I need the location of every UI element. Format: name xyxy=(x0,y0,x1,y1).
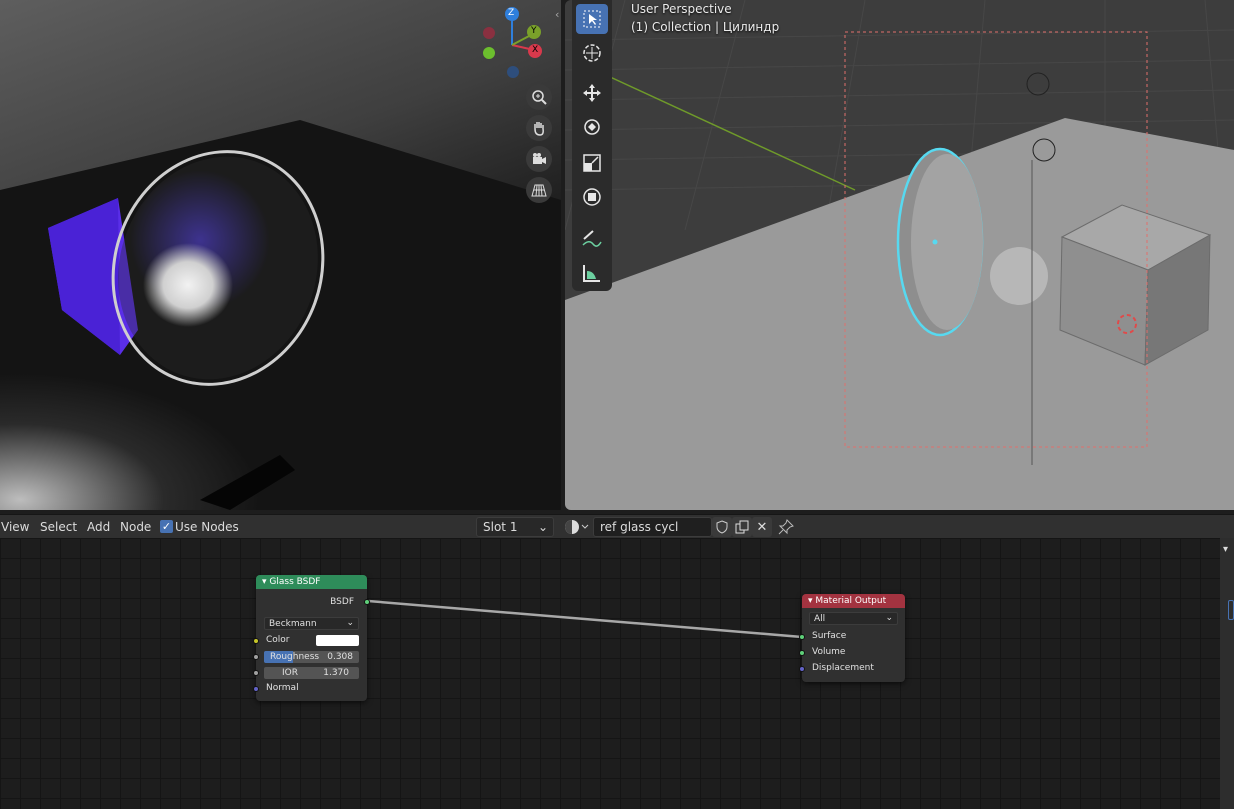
select-box-icon xyxy=(583,10,601,28)
surface-label: Surface xyxy=(812,631,847,641)
measure-icon xyxy=(583,265,600,282)
chevron-down-icon: ⌄ xyxy=(537,520,548,534)
roughness-value: 0.308 xyxy=(327,652,353,662)
annotate-icon xyxy=(582,230,602,247)
surface-input-socket[interactable] xyxy=(799,634,805,640)
camera-icon xyxy=(533,153,546,164)
fake-user-button[interactable] xyxy=(712,517,732,537)
scene-solid-view xyxy=(565,0,1234,510)
grid-icon xyxy=(531,184,547,197)
roughness-label: Roughness xyxy=(270,652,320,662)
pin-icon xyxy=(778,519,794,535)
ior-value: 1.370 xyxy=(323,668,349,678)
gizmo-y-label: Y xyxy=(531,26,537,36)
render-image xyxy=(0,120,561,510)
glass-bsdf-title: Glass BSDF xyxy=(269,577,321,587)
material-output-node[interactable]: ▾ Material Output All ⌄ Surface Volume D… xyxy=(799,594,905,682)
distribution-dropdown[interactable]: Beckmann ⌄ xyxy=(264,617,359,630)
sidebar-toggle-icon[interactable]: ▾ xyxy=(1223,544,1228,555)
zoom-icon xyxy=(532,90,547,105)
menu-view[interactable]: View xyxy=(1,520,29,534)
material-browse-button[interactable] xyxy=(563,518,591,536)
collapse-arrow-icon[interactable]: ‹ xyxy=(555,8,559,21)
glass-bsdf-header[interactable]: ▾ Glass BSDF xyxy=(256,575,367,589)
target-dropdown[interactable]: All ⌄ xyxy=(809,612,898,625)
use-nodes-label: Use Nodes xyxy=(175,520,239,534)
cursor-tool[interactable] xyxy=(576,38,608,68)
ior-field[interactable]: IOR 1.370 xyxy=(264,667,359,679)
collapse-node-icon[interactable]: ▾ xyxy=(262,577,267,587)
transform-icon xyxy=(583,188,601,206)
material-output-title: Material Output xyxy=(815,596,887,606)
bsdf-output-socket[interactable] xyxy=(364,599,370,605)
move-tool[interactable] xyxy=(576,78,608,108)
color-label: Color xyxy=(266,635,290,645)
material-name-field[interactable]: ref glass cycl xyxy=(593,517,712,537)
transform-tool[interactable] xyxy=(576,182,608,212)
unlink-material-button[interactable]: ✕ xyxy=(752,517,772,537)
volume-label: Volume xyxy=(812,647,846,657)
rotate-tool[interactable] xyxy=(576,112,608,142)
node-editor-header: View Select Add Node ✓ Use Nodes Slot 1 … xyxy=(0,514,1234,538)
navigation-gizmo[interactable]: Z Y X xyxy=(478,5,546,79)
tool-shelf xyxy=(572,0,612,291)
measure-tool[interactable] xyxy=(576,258,608,288)
displacement-input-socket[interactable] xyxy=(799,666,805,672)
duplicate-material-button[interactable] xyxy=(732,517,752,537)
move-icon xyxy=(583,84,601,102)
chevron-down-icon: ⌄ xyxy=(346,618,354,628)
use-nodes-checkbox[interactable]: ✓ xyxy=(160,520,173,533)
pan-button[interactable] xyxy=(526,115,552,141)
rotate-icon xyxy=(584,119,600,135)
sidebar-tab[interactable] xyxy=(1228,600,1234,620)
menu-select[interactable]: Select xyxy=(40,520,77,534)
target-value: All xyxy=(814,614,826,624)
material-name: ref glass cycl xyxy=(600,520,679,534)
close-icon: ✕ xyxy=(756,519,768,535)
node-link xyxy=(367,599,803,639)
hand-icon xyxy=(534,122,544,136)
render-viewport[interactable] xyxy=(0,0,561,510)
slot-value: Slot 1 xyxy=(483,520,518,534)
chevron-down-icon: ⌄ xyxy=(885,613,893,623)
ortho-toggle-button[interactable] xyxy=(526,177,552,203)
menu-add[interactable]: Add xyxy=(87,520,110,534)
distribution-value: Beckmann xyxy=(269,619,317,629)
menu-node[interactable]: Node xyxy=(120,520,151,534)
ior-input-socket[interactable] xyxy=(253,670,259,676)
displacement-label: Displacement xyxy=(812,663,874,673)
color-input-socket[interactable] xyxy=(253,638,259,644)
bsdf-output-label: BSDF xyxy=(330,597,354,607)
scale-icon xyxy=(583,154,601,172)
normal-label: Normal xyxy=(266,683,299,693)
pin-button[interactable] xyxy=(778,519,794,538)
camera-view-button[interactable] xyxy=(526,146,552,172)
roughness-input-socket[interactable] xyxy=(253,654,259,660)
shield-icon xyxy=(716,520,728,534)
collection-label: (1) Collection | Цилиндр xyxy=(631,20,780,34)
color-swatch[interactable] xyxy=(316,635,359,646)
glass-bsdf-node[interactable]: ▾ Glass BSDF BSDF Beckmann ⌄ Color Rough… xyxy=(253,575,370,701)
cursor-icon xyxy=(583,44,601,62)
annotate-tool[interactable] xyxy=(576,224,608,254)
volume-input-socket[interactable] xyxy=(799,650,805,656)
roughness-slider[interactable]: Roughness 0.308 xyxy=(264,651,359,663)
normal-input-socket[interactable] xyxy=(253,686,259,692)
gizmo-z-label: Z xyxy=(508,8,515,18)
material-output-header[interactable]: ▾ Material Output xyxy=(802,594,905,608)
solid-viewport[interactable]: User Perspective (1) Collection | Цилинд… xyxy=(565,0,1234,510)
select-box-tool[interactable] xyxy=(576,4,608,34)
slot-dropdown[interactable]: Slot 1 ⌄ xyxy=(476,517,554,537)
perspective-label: User Perspective xyxy=(631,2,732,16)
sidebar-strip[interactable]: ▾ xyxy=(1220,538,1234,809)
node-canvas[interactable]: ▾ Glass BSDF BSDF Beckmann ⌄ Color Rough… xyxy=(0,538,1220,809)
scale-tool[interactable] xyxy=(576,148,608,178)
ior-label: IOR xyxy=(282,668,298,678)
copy-icon xyxy=(735,520,749,534)
collapse-node-icon[interactable]: ▾ xyxy=(808,596,813,606)
zoom-button[interactable] xyxy=(526,84,552,110)
gizmo-x-label: X xyxy=(532,45,539,55)
